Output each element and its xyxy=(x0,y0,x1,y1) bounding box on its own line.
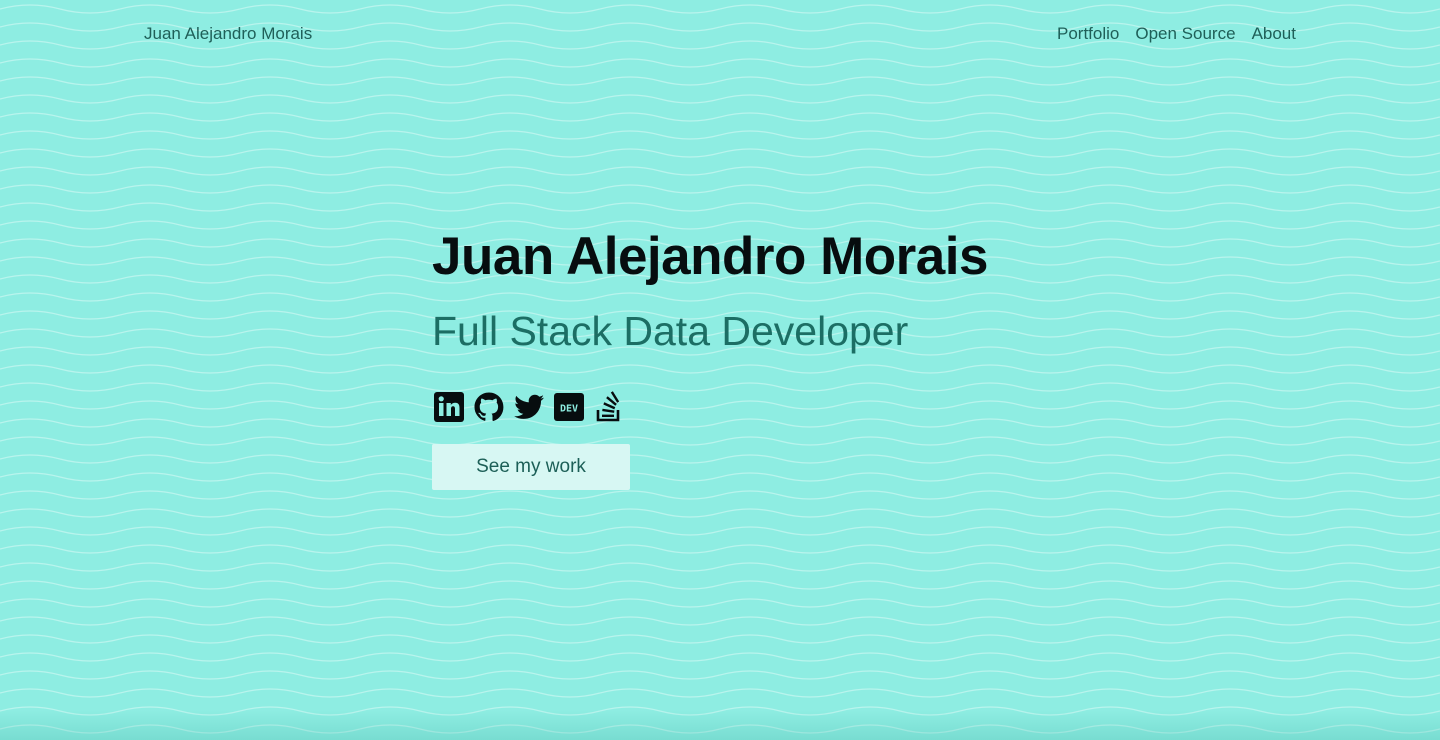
stackoverflow-icon xyxy=(596,391,620,422)
hero-title: Juan Alejandro Morais xyxy=(432,227,988,286)
stackoverflow-link[interactable] xyxy=(592,390,626,424)
github-link[interactable] xyxy=(472,390,506,424)
twitter-icon xyxy=(514,394,544,419)
bottom-shadow xyxy=(0,710,1440,740)
nav-link-about[interactable]: About xyxy=(1252,24,1296,44)
hero-section: Juan Alejandro Morais Full Stack Data De… xyxy=(432,222,1132,490)
nav-link-portfolio[interactable]: Portfolio xyxy=(1057,24,1119,44)
linkedin-icon xyxy=(434,392,464,422)
linkedin-link[interactable] xyxy=(432,390,466,424)
github-icon xyxy=(474,392,504,422)
dev-icon: DEV xyxy=(554,393,584,421)
dev-link[interactable]: DEV xyxy=(552,390,586,424)
svg-text:DEV: DEV xyxy=(560,404,578,415)
top-nav: Juan Alejandro Morais Portfolio Open Sou… xyxy=(0,0,1440,68)
social-links: DEV xyxy=(432,390,1132,424)
see-my-work-button[interactable]: See my work xyxy=(432,444,630,490)
brand-link[interactable]: Juan Alejandro Morais xyxy=(144,24,312,44)
twitter-link[interactable] xyxy=(512,390,546,424)
hero-subtitle: Full Stack Data Developer xyxy=(432,308,909,354)
nav-links: Portfolio Open Source About xyxy=(1057,24,1296,44)
nav-link-open-source[interactable]: Open Source xyxy=(1135,24,1235,44)
